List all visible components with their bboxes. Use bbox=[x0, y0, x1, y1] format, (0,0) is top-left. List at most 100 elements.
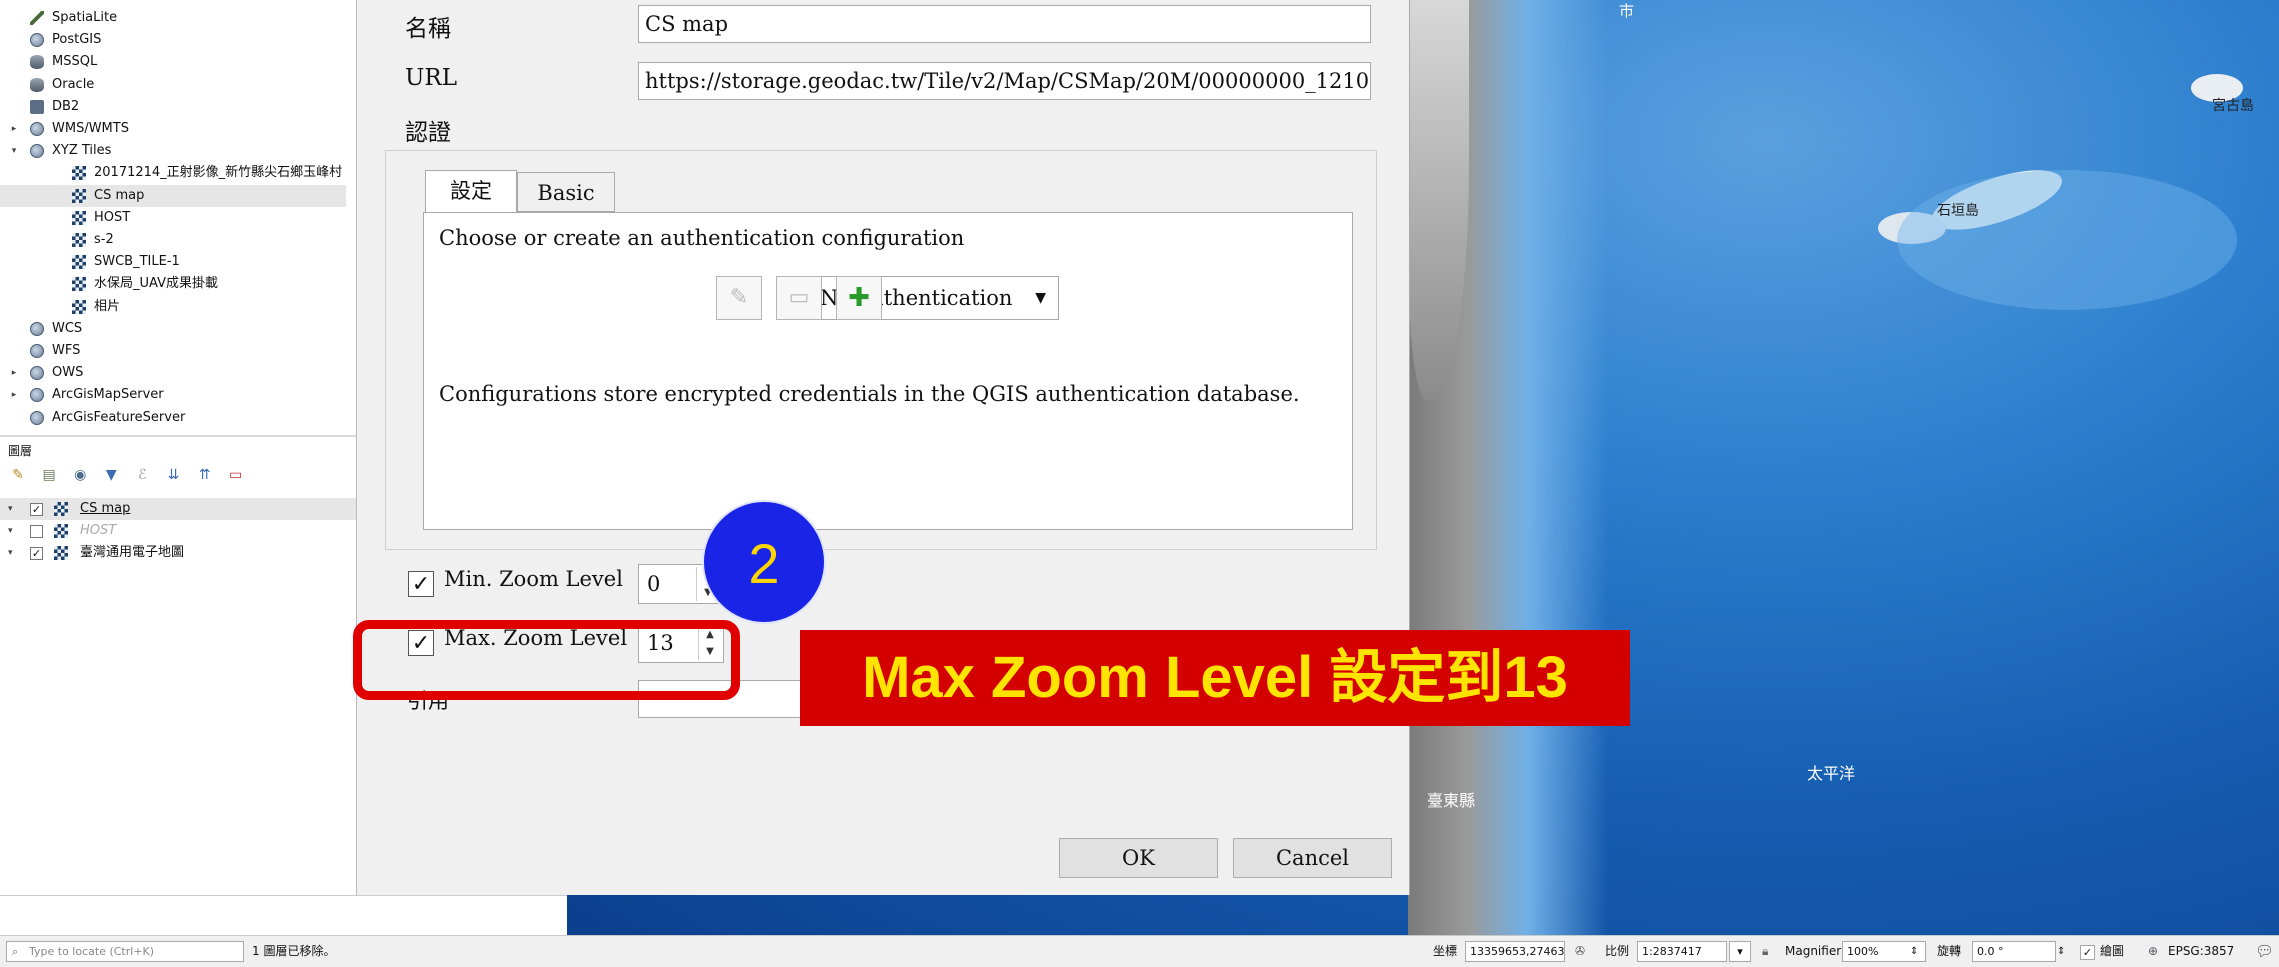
browser-item[interactable]: ▾ XYZ Tiles bbox=[0, 140, 346, 162]
collapse-all-icon[interactable]: ⇈ bbox=[195, 466, 215, 484]
xyz-tile-icon bbox=[72, 210, 86, 225]
browser-item[interactable]: 20171214_正射影像_新竹縣尖石鄉玉峰村 bbox=[0, 162, 346, 184]
min-zoom-checkbox[interactable]: ✓ bbox=[408, 571, 434, 597]
layer-visibility-checkbox[interactable]: ✓ bbox=[30, 503, 43, 516]
expand-right-icon[interactable]: ▸ bbox=[8, 118, 20, 140]
browser-item[interactable]: WCS bbox=[0, 318, 346, 340]
layer-item[interactable]: ▾ HOST bbox=[0, 520, 356, 542]
scale-combo[interactable]: 1:2837417 bbox=[1637, 941, 1727, 962]
browser-item-label: CS map bbox=[94, 187, 145, 203]
browser-item-label: SpatiaLite bbox=[52, 10, 118, 25]
locator-input[interactable]: ⌕ Type to locate (Ctrl+K) bbox=[6, 941, 244, 962]
remove-layer-icon[interactable]: ▭ bbox=[226, 466, 246, 484]
layer-item[interactable]: ▾ ✓ 臺灣通用電子地圖 bbox=[0, 542, 356, 564]
scale-label: 比例 bbox=[1605, 944, 1630, 958]
auth-prompt-text: Choose or create an authentication confi… bbox=[439, 226, 965, 250]
crs-globe-icon[interactable]: ⊕ bbox=[2148, 936, 2158, 967]
browser-item[interactable]: s-2 bbox=[0, 229, 346, 251]
expand-right-icon[interactable]: ▸ bbox=[8, 362, 20, 384]
step-number-badge: 2 bbox=[702, 500, 826, 624]
spin-arrows-icon[interactable]: ⇕ bbox=[2057, 936, 2065, 967]
min-zoom-value: 0 bbox=[647, 572, 661, 596]
extent-toggle-icon[interactable]: ✇ bbox=[1575, 936, 1585, 967]
layer-item-label: CS map bbox=[80, 501, 131, 516]
browser-item[interactable]: ▸ WMS/WMTS bbox=[0, 118, 346, 140]
reef-shallows bbox=[1897, 170, 2237, 310]
add-auth-button[interactable]: ✚ bbox=[836, 276, 882, 320]
expand-down-icon[interactable]: ▾ bbox=[8, 520, 13, 542]
globe-icon bbox=[30, 321, 44, 336]
browser-item[interactable]: 相片 bbox=[0, 296, 346, 318]
tab-settings[interactable]: 設定 bbox=[425, 170, 517, 213]
expand-down-icon[interactable]: ▾ bbox=[8, 140, 20, 162]
browser-item[interactable]: WFS bbox=[0, 340, 346, 362]
tab-basic[interactable]: Basic bbox=[517, 172, 615, 212]
browser-item-label: 20171214_正射影像_新竹縣尖石鄉玉峰村 bbox=[94, 165, 343, 181]
globe-icon bbox=[30, 344, 44, 358]
render-checkbox[interactable]: ✓ bbox=[2080, 945, 2095, 960]
globe-icon bbox=[30, 144, 44, 159]
browser-item[interactable]: ▸ OWS bbox=[0, 362, 346, 384]
xyz-tile-icon bbox=[72, 188, 86, 203]
browser-item[interactable]: ▸ ArcGisMapServer bbox=[0, 384, 346, 406]
xyz-connection-dialog: 名稱 CS map URL https://storage.geodac.tw/… bbox=[357, 0, 1410, 895]
rotation-label: 旋轉 bbox=[1937, 944, 1962, 958]
browser-item[interactable]: 水保局_UAV成果掛載 bbox=[0, 273, 346, 295]
visibility-eye-icon[interactable]: ◉ bbox=[70, 466, 90, 484]
layer-item[interactable]: ▾ ✓ CS map bbox=[0, 498, 356, 520]
browser-item[interactable]: Oracle bbox=[0, 74, 346, 96]
expand-down-icon[interactable]: ▾ bbox=[8, 542, 13, 564]
style-brush-icon[interactable]: ✎ bbox=[8, 466, 28, 484]
green-plus-icon: ✚ bbox=[848, 283, 870, 313]
panel-divider[interactable] bbox=[0, 435, 356, 437]
browser-item-label: 水保局_UAV成果掛載 bbox=[94, 276, 218, 292]
map-label-city: 市 bbox=[1619, 2, 1635, 20]
crs-button[interactable]: EPSG:3857 bbox=[2168, 936, 2234, 967]
browser-item-label: s-2 bbox=[94, 232, 114, 247]
xyz-tile-icon bbox=[72, 166, 86, 181]
expand-right-icon[interactable]: ▸ bbox=[8, 384, 20, 406]
layer-visibility-checkbox[interactable] bbox=[30, 525, 43, 538]
messages-icon[interactable]: 💬︎ bbox=[2255, 936, 2274, 967]
url-input[interactable]: https://storage.geodac.tw/Tile/v2/Map/CS… bbox=[638, 62, 1371, 100]
globe-icon bbox=[30, 122, 44, 136]
render-label: 繪圖 bbox=[2100, 944, 2125, 958]
auth-note-text: Configurations store encrypted credentia… bbox=[439, 382, 1300, 406]
rotation-field[interactable]: 0.0 ° bbox=[1972, 941, 2056, 962]
status-message: 1 圖層已移除。 bbox=[252, 944, 336, 958]
browser-item[interactable]: SpatiaLite bbox=[0, 7, 346, 29]
browser-item[interactable]: ArcGisFeatureServer bbox=[0, 407, 346, 429]
browser-item[interactable]: PostGIS bbox=[0, 29, 346, 51]
filter-icon[interactable]: ▼ bbox=[101, 466, 121, 484]
filter-expression-icon[interactable]: ℰ bbox=[132, 466, 152, 484]
xyz-tile-icon bbox=[54, 524, 68, 538]
layer-visibility-checkbox[interactable]: ✓ bbox=[30, 547, 43, 560]
remove-auth-button[interactable]: ▭ bbox=[776, 276, 822, 320]
ok-button[interactable]: OK bbox=[1059, 838, 1218, 878]
browser-item[interactable]: CS map bbox=[0, 184, 346, 207]
browser-item-label: ArcGisMapServer bbox=[52, 387, 164, 403]
map-label-pacific: 太平洋 bbox=[1807, 764, 1856, 783]
expand-all-icon[interactable]: ⇊ bbox=[163, 466, 183, 484]
minus-icon: ▭ bbox=[788, 285, 810, 310]
add-group-icon[interactable]: ▤ bbox=[39, 466, 59, 484]
authentication-label: 認證 bbox=[405, 120, 451, 146]
cancel-button[interactable]: Cancel bbox=[1233, 838, 1392, 878]
name-input[interactable]: CS map bbox=[638, 5, 1371, 43]
browser-item[interactable]: DB2 bbox=[0, 96, 346, 118]
edit-auth-button[interactable]: ✎ bbox=[716, 276, 762, 320]
expand-down-icon[interactable]: ▾ bbox=[8, 498, 13, 520]
browser-item[interactable]: HOST bbox=[0, 207, 346, 229]
lock-icon[interactable]: 🔒︎ bbox=[1762, 936, 1768, 967]
spatialite-icon bbox=[30, 11, 44, 25]
chevron-down-icon[interactable]: ▾ bbox=[1729, 941, 1751, 962]
browser-item[interactable]: SWCB_TILE-1 bbox=[0, 251, 346, 273]
xyz-tile-icon bbox=[54, 546, 68, 560]
globe-icon bbox=[30, 388, 44, 403]
browser-item-label: SWCB_TILE-1 bbox=[94, 254, 180, 270]
magnifier-label: Magnifier bbox=[1785, 944, 1842, 958]
coordinate-field[interactable]: 13359653,2746306 bbox=[1465, 941, 1565, 962]
spin-arrows-icon[interactable]: ⇕ bbox=[1910, 936, 1918, 967]
globe-icon bbox=[30, 366, 44, 381]
browser-item[interactable]: MSSQL bbox=[0, 51, 346, 73]
